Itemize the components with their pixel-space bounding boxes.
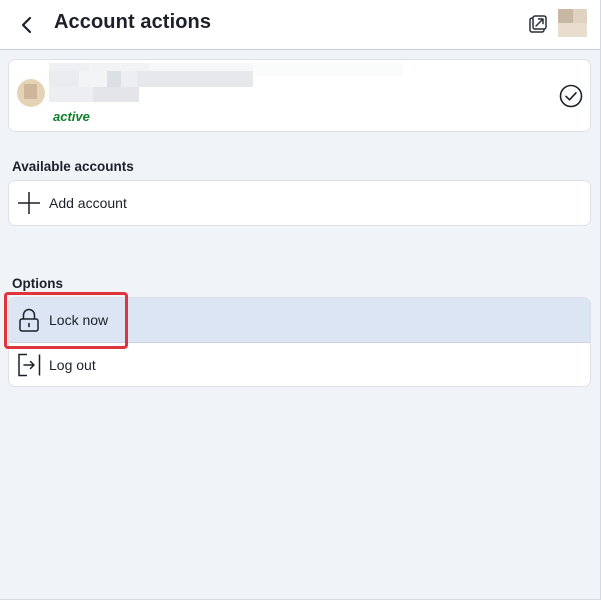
lock-now-button[interactable]: Lock now	[9, 298, 590, 342]
avatar-pixel	[573, 9, 587, 23]
chevron-left-icon	[21, 16, 32, 34]
avatar-pixel	[558, 9, 573, 23]
log-out-button[interactable]: Log out	[9, 342, 590, 386]
options-heading: Options	[12, 276, 63, 291]
popout-button[interactable]	[526, 12, 550, 36]
avatar-pixel	[24, 84, 37, 99]
lock-icon	[19, 308, 39, 332]
redacted-account-name	[49, 60, 409, 104]
popup-window: Account actions active Available account…	[0, 0, 601, 600]
logout-icon	[18, 353, 41, 377]
add-account-icon-wrap	[17, 191, 41, 215]
redaction-block	[49, 87, 93, 102]
logout-icon-wrap	[17, 353, 41, 377]
back-button[interactable]	[12, 10, 42, 40]
lock-icon-wrap	[17, 308, 41, 332]
redaction-block	[121, 71, 137, 87]
available-accounts-list: Add account	[8, 180, 591, 226]
check-circle-icon	[559, 84, 583, 108]
status-badge: active	[53, 109, 90, 124]
redaction-block	[93, 87, 139, 102]
redaction-block	[49, 71, 79, 87]
active-account-card[interactable]: active	[8, 59, 591, 132]
page-title: Account actions	[54, 11, 212, 33]
plus-icon	[18, 192, 40, 214]
redaction-block	[253, 63, 403, 77]
redaction-block	[137, 71, 253, 87]
avatar	[17, 79, 45, 107]
avatar-pixel	[558, 23, 587, 37]
account-avatar-button[interactable]	[558, 9, 587, 37]
redaction-block	[79, 71, 107, 87]
available-accounts-heading: Available accounts	[12, 159, 134, 174]
log-out-label: Log out	[49, 357, 96, 373]
header-bar: Account actions	[0, 0, 600, 50]
popout-icon	[529, 15, 547, 33]
options-list: Lock now Log out	[8, 297, 591, 387]
lock-now-label: Lock now	[49, 312, 109, 328]
add-account-button[interactable]: Add account	[9, 181, 590, 225]
add-account-label: Add account	[49, 195, 127, 211]
redaction-block	[107, 71, 121, 87]
